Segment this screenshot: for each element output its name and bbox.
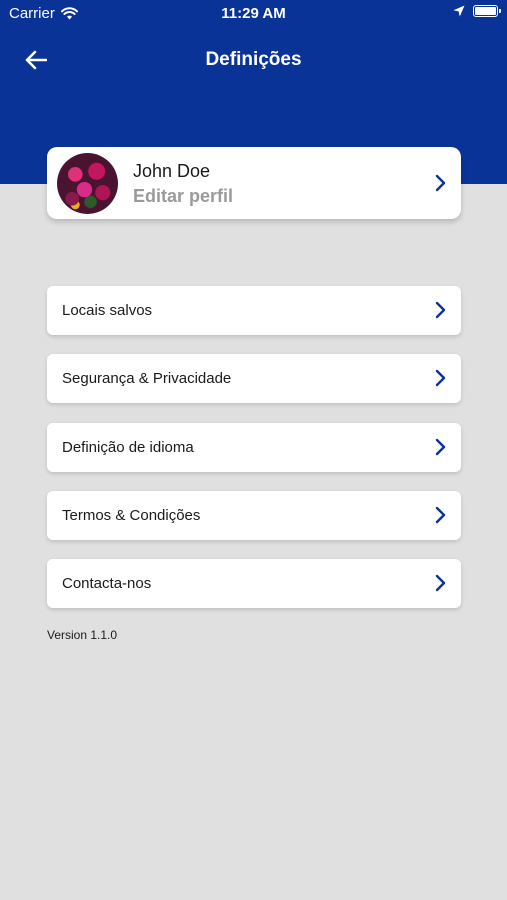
chevron-right-icon	[435, 574, 446, 592]
location-arrow-icon	[453, 5, 465, 17]
chevron-right-icon	[435, 506, 446, 524]
chevron-right-icon	[435, 301, 446, 319]
chevron-right-icon	[435, 369, 446, 387]
menu-item-security-privacy[interactable]: Segurança & Privacidade	[47, 354, 461, 403]
menu-item-language[interactable]: Definição de idioma	[47, 423, 461, 472]
menu-item-label: Definição de idioma	[62, 439, 194, 456]
status-time: 11:29 AM	[221, 5, 286, 22]
status-bar: Carrier 11:29 AM	[0, 0, 507, 28]
avatar	[57, 153, 118, 214]
status-right	[453, 5, 501, 17]
chevron-right-icon	[435, 438, 446, 456]
page-title: Definições	[205, 49, 302, 70]
chevron-right-icon	[435, 174, 446, 192]
version-label: Version 1.1.0	[47, 628, 118, 642]
nav-bar: Definições	[0, 40, 507, 80]
menu-item-label: Contacta-nos	[62, 575, 152, 592]
menu-item-contact[interactable]: Contacta-nos	[47, 559, 461, 608]
menu-item-label: Segurança & Privacidade	[62, 370, 232, 387]
edit-profile-label: Editar perfil	[133, 186, 234, 206]
menu-item-saved-places[interactable]: Locais salvos	[47, 286, 461, 335]
profile-name: John Doe	[133, 161, 211, 181]
menu-item-label: Locais salvos	[62, 302, 153, 319]
battery-icon	[473, 5, 501, 17]
menu-item-terms[interactable]: Termos & Condições	[47, 491, 461, 540]
menu-item-label: Termos & Condições	[62, 507, 201, 524]
profile-card[interactable]: John Doe Editar perfil	[47, 147, 461, 219]
